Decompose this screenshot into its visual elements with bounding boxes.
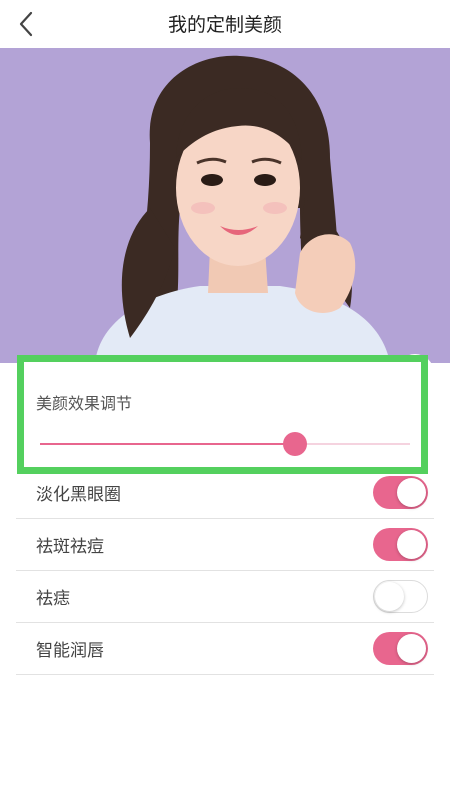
dark-circles-toggle[interactable] bbox=[373, 476, 428, 509]
app-screen: 我的定制美颜 美颜效果调节 淡化黑眼圈 祛斑祛痘 祛痣 智能润唇 bbox=[0, 0, 450, 800]
option-label: 淡化黑眼圈 bbox=[36, 485, 121, 505]
option-row-moles: 祛痣 bbox=[16, 571, 434, 623]
portrait-image bbox=[0, 48, 450, 363]
toggle-knob bbox=[375, 582, 404, 611]
slider-fill bbox=[40, 443, 296, 445]
beauty-adjust-panel: 美颜效果调节 bbox=[17, 355, 428, 474]
beauty-adjust-label: 美颜效果调节 bbox=[36, 394, 133, 413]
spots-acne-toggle[interactable] bbox=[373, 528, 428, 561]
toggle-knob bbox=[397, 530, 426, 559]
beauty-options-list: 淡化黑眼圈 祛斑祛痘 祛痣 智能润唇 bbox=[16, 467, 434, 675]
option-row-dark-circles: 淡化黑眼圈 bbox=[16, 467, 434, 519]
header-bar: 我的定制美颜 bbox=[0, 0, 450, 48]
slider-thumb[interactable] bbox=[283, 432, 308, 456]
page-title: 我的定制美颜 bbox=[167, 14, 282, 36]
beauty-level-slider[interactable] bbox=[40, 432, 410, 456]
lip-moisten-toggle[interactable] bbox=[373, 632, 428, 665]
option-label: 祛斑祛痘 bbox=[36, 537, 104, 557]
option-row-spots-acne: 祛斑祛痘 bbox=[16, 519, 434, 571]
option-label: 智能润唇 bbox=[36, 641, 104, 661]
toggle-knob bbox=[397, 634, 426, 663]
toggle-knob bbox=[397, 478, 426, 507]
option-row-lip-moisten: 智能润唇 bbox=[16, 623, 434, 675]
option-label: 祛痣 bbox=[36, 589, 70, 609]
moles-toggle[interactable] bbox=[373, 580, 428, 613]
photo-preview: 重置 bbox=[0, 48, 450, 363]
